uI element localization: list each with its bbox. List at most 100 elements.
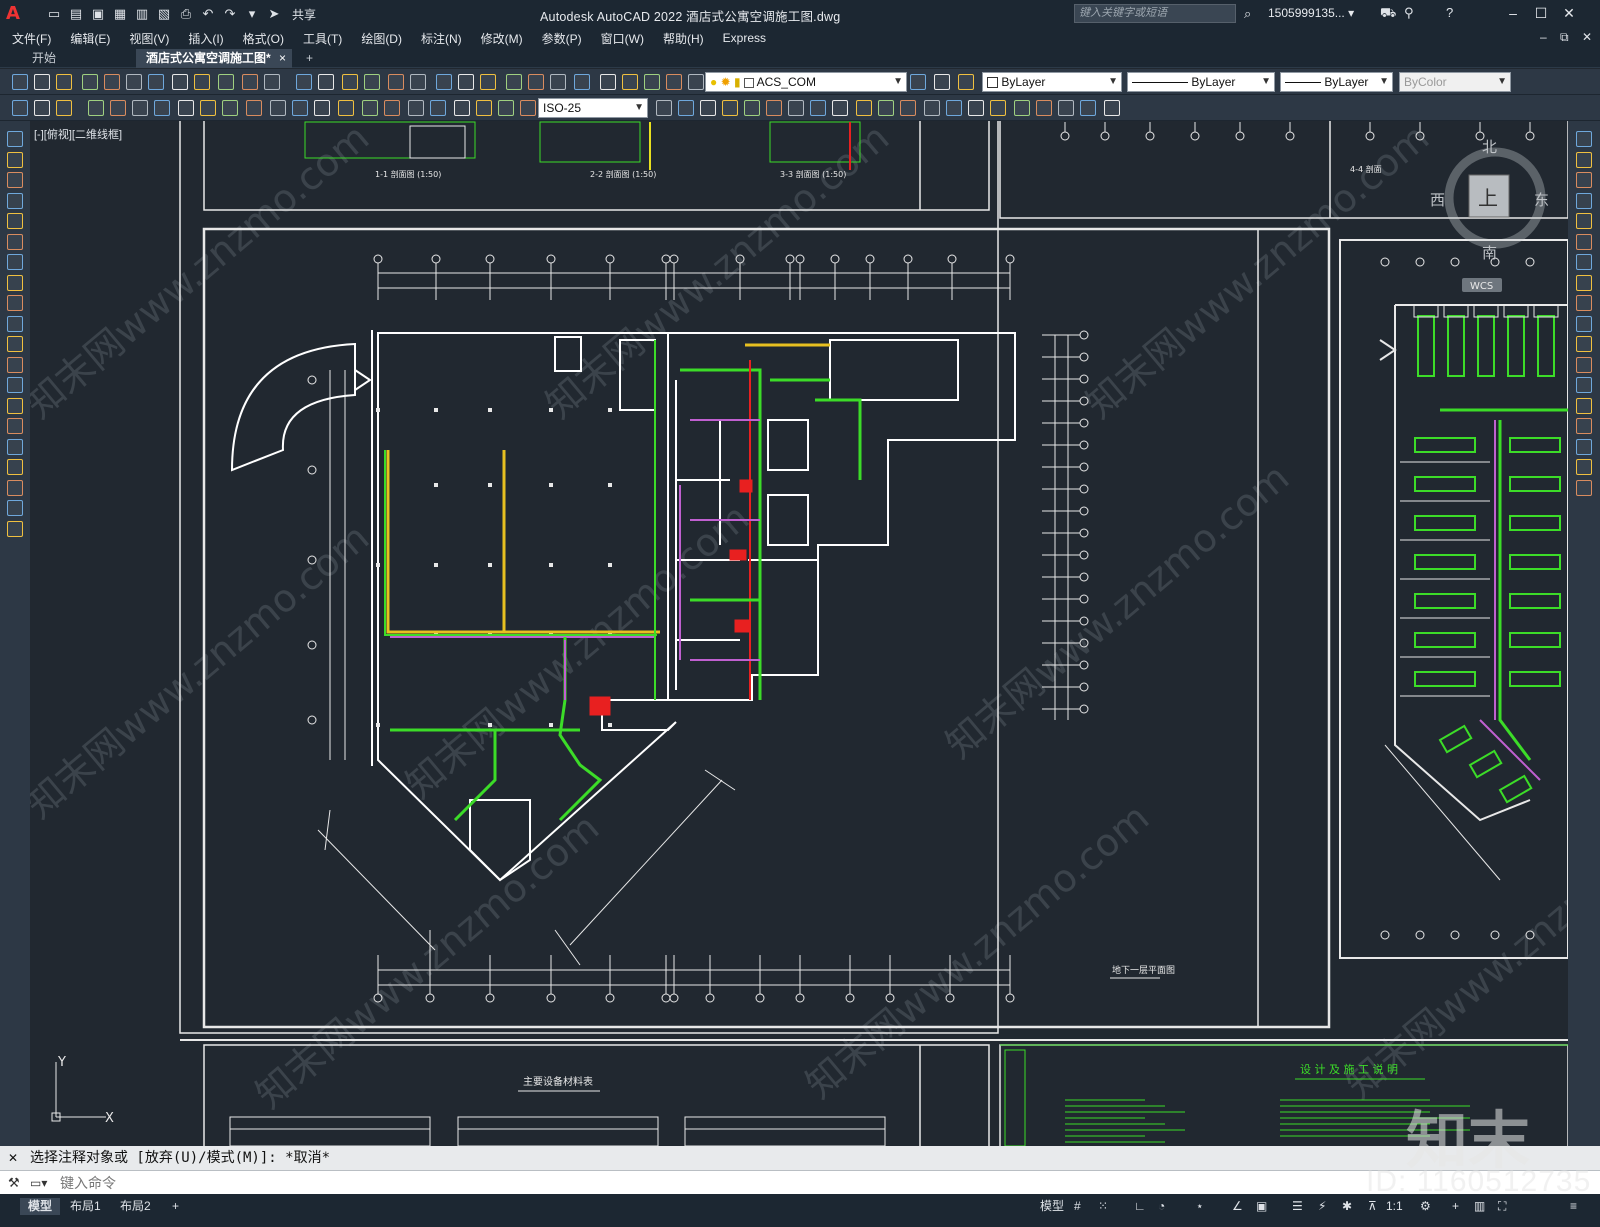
annotation-scale-value[interactable]: 1:1	[1386, 1198, 1403, 1214]
menu-draw[interactable]: 绘图(D)	[361, 30, 402, 47]
gear-icon[interactable]: ⚙	[1420, 1198, 1431, 1214]
draw-tool-icon[interactable]	[7, 213, 23, 229]
command-prompt-icon[interactable]: ▭▾	[30, 1171, 47, 1195]
object-snap-tracking-icon[interactable]: ▣	[1256, 1198, 1267, 1214]
modify-tool-icon[interactable]	[1576, 151, 1592, 168]
layout-tab-model[interactable]: 模型	[20, 1198, 61, 1215]
draw-tool-icon[interactable]	[7, 192, 23, 209]
dimension-tool-icon[interactable]	[678, 100, 694, 116]
dimension-tool-icon[interactable]	[270, 100, 286, 116]
draw-tool-icon[interactable]	[7, 520, 23, 537]
add-layout-button[interactable]: +	[164, 1198, 187, 1215]
dimension-tool-icon[interactable]	[476, 100, 492, 116]
menu-view[interactable]: 视图(V)	[129, 30, 169, 47]
dimension-tool-icon[interactable]	[878, 100, 894, 116]
modify-tool-icon[interactable]	[1576, 315, 1592, 332]
close-command-icon[interactable]: ✕	[8, 1146, 18, 1170]
viewcube-east[interactable]: 东	[1534, 191, 1549, 209]
dimension-tool-icon[interactable]	[200, 100, 216, 116]
draw-tool-icon[interactable]	[7, 151, 23, 168]
viewcube-west[interactable]: 西	[1430, 191, 1445, 209]
layer-dropdown[interactable]: ● ✹ ▮ ACS_COM ▼	[705, 72, 907, 92]
dimension-tool-icon[interactable]	[1036, 100, 1052, 116]
modify-tool-icon[interactable]	[1576, 233, 1592, 250]
draw-tool-icon[interactable]	[7, 377, 23, 393]
dimension-tool-icon[interactable]	[12, 100, 28, 116]
standard-tool-icon[interactable]	[194, 74, 210, 90]
viewport-controls-label[interactable]: [-][俯视][二维线框]	[34, 126, 122, 142]
command-line-input[interactable]: ⚒ ▭▾ 键入命令	[0, 1170, 1600, 1194]
modify-tool-icon[interactable]	[1576, 377, 1592, 393]
isodraft-icon[interactable]: ⋆	[1196, 1198, 1204, 1214]
plotstyle-dropdown[interactable]: ByColor ▼	[1399, 72, 1511, 92]
dimension-tool-icon[interactable]	[924, 100, 940, 116]
tab-close-icon[interactable]: ×	[279, 49, 286, 68]
dimension-tool-icon[interactable]	[810, 100, 826, 116]
standard-tool-icon[interactable]	[622, 74, 638, 90]
draw-tool-icon[interactable]	[7, 479, 23, 496]
dimension-tool-icon[interactable]	[408, 100, 424, 116]
dimension-tool-icon[interactable]	[1104, 100, 1120, 116]
lineweight-dropdown[interactable]: ByLayer ▼	[1280, 72, 1393, 92]
dimension-tool-icon[interactable]	[744, 100, 760, 116]
minimize-button[interactable]: –	[1502, 3, 1524, 23]
menu-edit[interactable]: 编辑(E)	[70, 30, 110, 47]
standard-tool-icon[interactable]	[644, 74, 660, 90]
doc-restore-icon[interactable]: ⧉	[1560, 30, 1569, 45]
modify-tool-icon[interactable]	[1576, 192, 1592, 209]
modify-tool-icon[interactable]	[1576, 274, 1592, 291]
search-icon[interactable]: ⌕	[1244, 6, 1251, 22]
standard-tool-icon[interactable]	[958, 74, 974, 90]
standard-tool-icon[interactable]	[342, 74, 358, 90]
dimension-tool-icon[interactable]	[154, 100, 170, 116]
viewcube-wcs[interactable]: WCS	[1470, 281, 1493, 292]
modify-tool-icon[interactable]	[1576, 131, 1592, 147]
dimension-tool-icon[interactable]	[34, 100, 50, 116]
dimension-tool-icon[interactable]	[88, 100, 104, 116]
standard-tool-icon[interactable]	[242, 74, 258, 90]
dimension-tool-icon[interactable]	[338, 100, 354, 116]
dimension-tool-icon[interactable]	[700, 100, 716, 116]
standard-tool-icon[interactable]	[458, 74, 474, 90]
color-dropdown[interactable]: ByLayer ▼	[982, 72, 1122, 92]
snap-icon[interactable]: ⁙	[1098, 1198, 1108, 1214]
standard-tool-icon[interactable]	[388, 74, 404, 90]
lineweight-icon[interactable]: ☰	[1292, 1198, 1303, 1214]
standard-tool-icon[interactable]	[666, 74, 682, 90]
standard-tool-icon[interactable]	[264, 74, 280, 90]
redo-icon[interactable]: ↷	[222, 6, 238, 22]
menu-insert[interactable]: 插入(I)	[188, 30, 223, 47]
standard-tool-icon[interactable]	[528, 74, 544, 90]
standard-tool-icon[interactable]	[126, 74, 142, 90]
layout-tab-2[interactable]: 布局2	[112, 1198, 159, 1215]
help-icon[interactable]: ?	[1446, 5, 1453, 20]
standard-tool-icon[interactable]	[600, 74, 616, 90]
layout-tab-1[interactable]: 布局1	[62, 1198, 109, 1215]
dimension-tool-icon[interactable]	[722, 100, 738, 116]
modify-tool-icon[interactable]	[1576, 295, 1592, 311]
standard-tool-icon[interactable]	[318, 74, 334, 90]
dimension-tool-icon[interactable]	[520, 100, 536, 116]
clean-screen-icon[interactable]: ⛶	[1498, 1198, 1506, 1214]
linetype-dropdown[interactable]: ByLayer ▼	[1127, 72, 1275, 92]
autodesk-a360-icon[interactable]: ⚲	[1404, 5, 1414, 21]
standard-tool-icon[interactable]	[480, 74, 496, 90]
dimension-tool-icon[interactable]	[454, 100, 470, 116]
draw-tool-icon[interactable]	[7, 295, 23, 311]
share-label[interactable]: 共享	[292, 6, 316, 23]
plus-icon[interactable]: +	[1452, 1198, 1459, 1214]
modify-tool-icon[interactable]	[1576, 418, 1592, 434]
open-file-icon[interactable]: ▤	[68, 6, 84, 22]
save-web-icon[interactable]: ▧	[156, 6, 172, 22]
dimension-tool-icon[interactable]	[362, 100, 378, 116]
dimension-tool-icon[interactable]	[946, 100, 962, 116]
draw-tool-icon[interactable]	[7, 418, 23, 434]
standard-tool-icon[interactable]	[506, 74, 522, 90]
dimension-tool-icon[interactable]	[222, 100, 238, 116]
maximize-button[interactable]: ☐	[1530, 3, 1552, 23]
doc-minimize-icon[interactable]: –	[1540, 30, 1547, 44]
dimension-tool-icon[interactable]	[1058, 100, 1074, 116]
menu-parametric[interactable]: 参数(P)	[542, 30, 582, 47]
viewcube-north[interactable]: 北	[1482, 138, 1497, 156]
standard-tool-icon[interactable]	[34, 74, 50, 90]
